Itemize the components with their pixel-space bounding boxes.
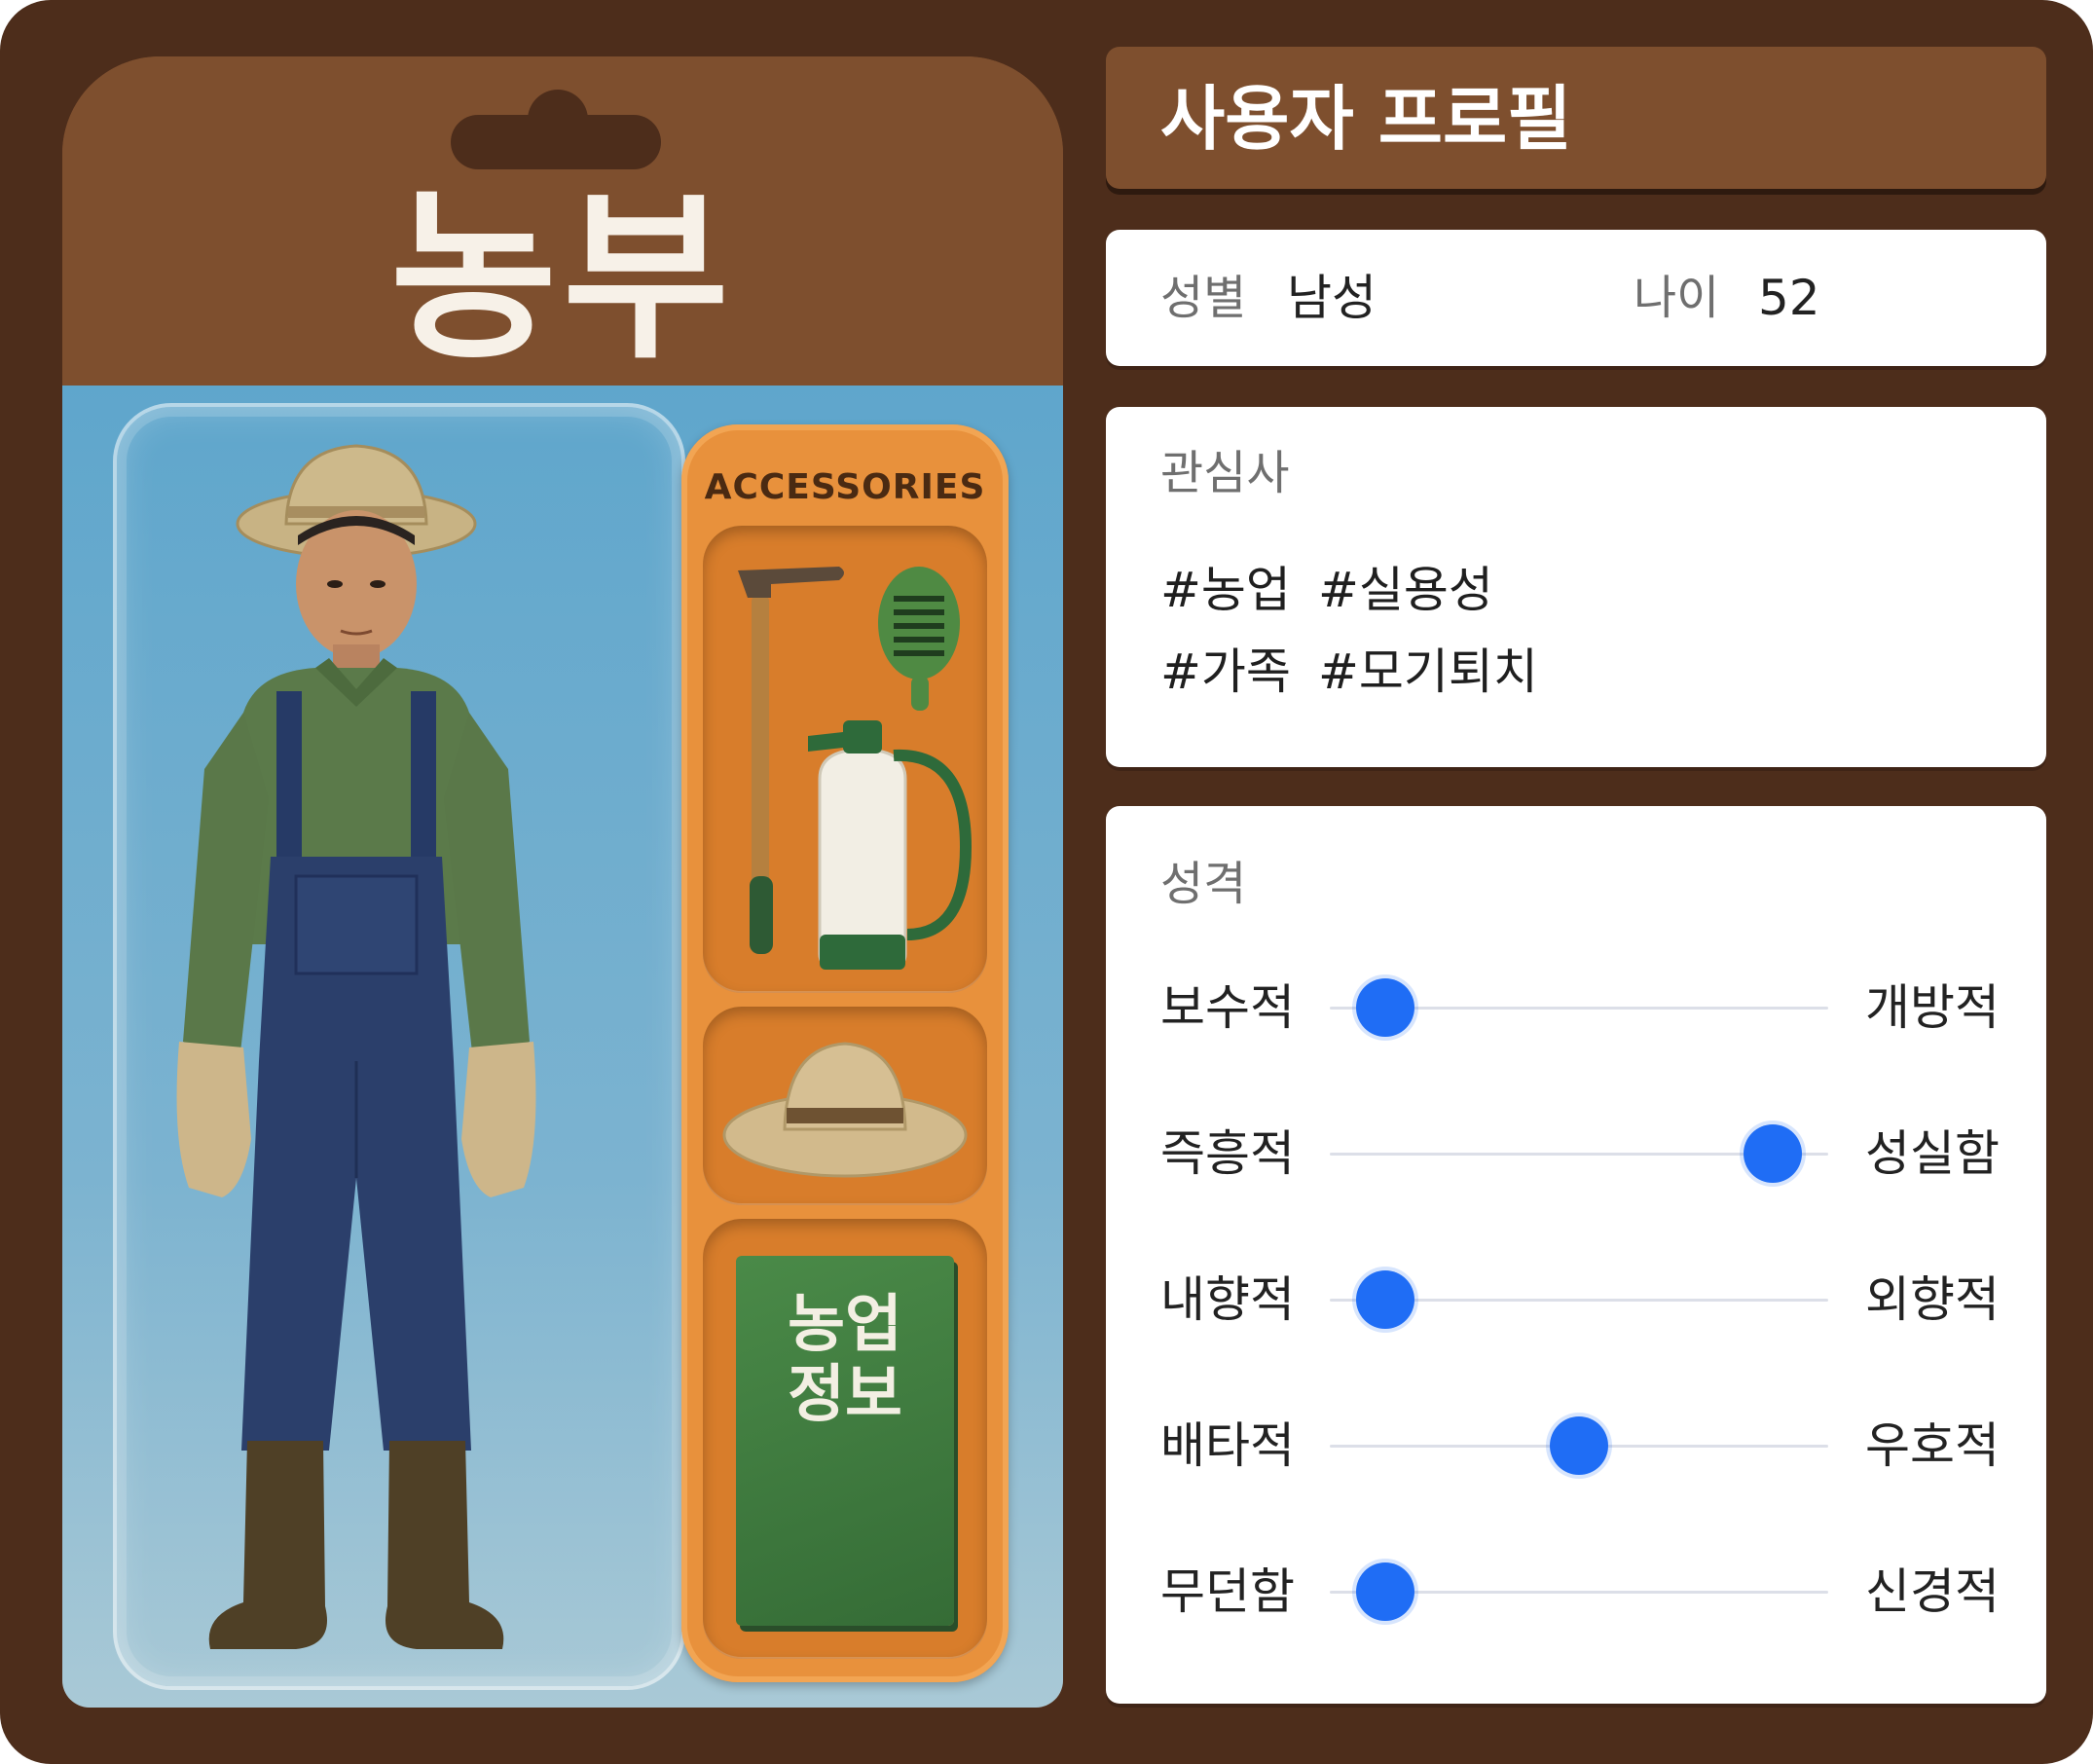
trait-row: 보수적 개방적 <box>1106 974 2046 1042</box>
book-title-line1: 농업 <box>788 1289 902 1361</box>
trait-row: 내향적 외향적 <box>1106 1266 2046 1334</box>
profile-header: 사용자 프로필 <box>1106 47 2046 189</box>
spray-bottle-icon <box>808 720 973 970</box>
trait-right-label: 개방적 <box>1865 979 2000 1036</box>
tray-slot-book: 농업 정보 <box>703 1219 987 1659</box>
book-icon: 농업 정보 <box>736 1256 954 1626</box>
trait-slider-knob[interactable] <box>1356 1270 1415 1329</box>
trait-right-label: 우호적 <box>1865 1417 2000 1474</box>
trait-right-label: 신경적 <box>1865 1563 2000 1620</box>
tray-label: ACCESSORIES <box>704 467 986 507</box>
trait-row: 무던함 신경적 <box>1106 1558 2046 1626</box>
trait-left-label: 무던함 <box>1160 1563 1295 1620</box>
profile-card: 농부 ACCESSORIES 농업 정보 사용자 프로필 성별 남성 나이 52… <box>0 0 2093 1764</box>
trait-slider-knob[interactable] <box>1356 978 1415 1037</box>
interests-panel: 관심사 #농업 #실용성 #가족 #모기퇴치 <box>1106 407 2046 767</box>
accessories-tray: ACCESSORIES 농업 정보 <box>681 424 1009 1682</box>
hang-hole <box>451 115 661 169</box>
trait-right-label: 외향적 <box>1865 1271 2000 1328</box>
book-title-line2: 정보 <box>788 1359 902 1431</box>
farmer-figure <box>176 444 536 1649</box>
profile-title: 사용자 프로필 <box>1160 78 1572 160</box>
age-value: 52 <box>1758 270 1820 326</box>
tray-slot-hat <box>703 1007 987 1205</box>
trait-left-label: 보수적 <box>1160 979 1295 1036</box>
trait-row: 배타적 우호적 <box>1106 1412 2046 1480</box>
trait-left-label: 배타적 <box>1160 1417 1295 1474</box>
personality-label: 성격 <box>1160 857 1247 911</box>
interest-tag: #모기퇴치 <box>1318 643 1538 700</box>
interest-tag: #가족 <box>1160 643 1291 700</box>
trait-left-label: 내향적 <box>1160 1271 1295 1328</box>
interest-tag: #실용성 <box>1318 562 1493 618</box>
trait-slider-knob[interactable] <box>1356 1562 1415 1621</box>
age-label: 나이 <box>1634 271 1720 325</box>
package-title: 농부 <box>389 172 736 384</box>
trait-left-label: 즉흥적 <box>1160 1125 1295 1182</box>
gender-label: 성별 <box>1160 271 1247 325</box>
personality-panel: 성격 보수적 개방적 즉흥적 성실함 내향적 외향적 배타적 우호적 무던함 신… <box>1106 806 2046 1704</box>
toy-package: 농부 ACCESSORIES 농업 정보 <box>62 56 1063 1708</box>
interest-tag: #농업 <box>1160 562 1291 618</box>
gender-value: 남성 <box>1287 270 1377 326</box>
basic-info-panel: 성별 남성 나이 52 <box>1106 230 2046 366</box>
trait-right-label: 성실함 <box>1865 1125 2000 1182</box>
trait-slider-knob[interactable] <box>1550 1416 1608 1475</box>
interests-label: 관심사 <box>1160 446 1290 500</box>
tray-slot-tools <box>703 526 987 993</box>
trait-row: 즉흥적 성실함 <box>1106 1120 2046 1188</box>
trait-slider-knob[interactable] <box>1743 1124 1802 1183</box>
hat-icon <box>722 1042 968 1178</box>
